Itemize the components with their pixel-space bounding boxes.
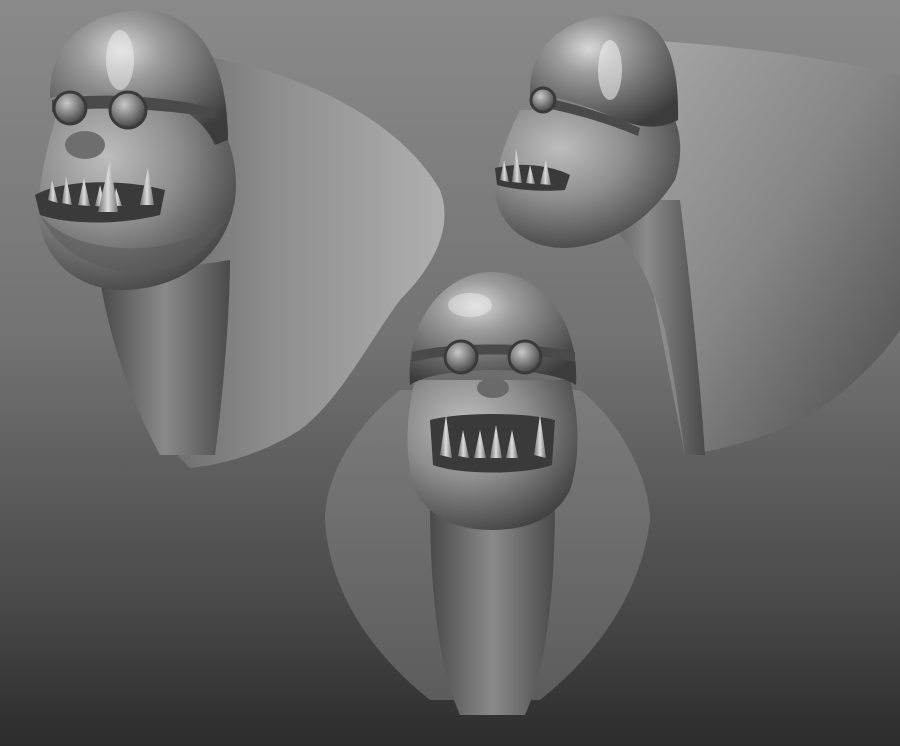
neck <box>430 500 555 715</box>
nose <box>65 131 105 159</box>
nose <box>477 378 509 398</box>
helmet-highlight <box>598 40 622 100</box>
goggle-lens-left <box>52 90 88 126</box>
goggle-lens-right <box>108 90 148 130</box>
goggle-lens-right <box>507 339 543 375</box>
sculpt-render <box>0 0 900 746</box>
helmet-highlight <box>106 30 134 90</box>
helmet-highlight <box>448 293 492 317</box>
goggle-lens-left <box>443 339 479 375</box>
render-canvas <box>0 0 900 746</box>
goggle-lens <box>529 86 557 114</box>
